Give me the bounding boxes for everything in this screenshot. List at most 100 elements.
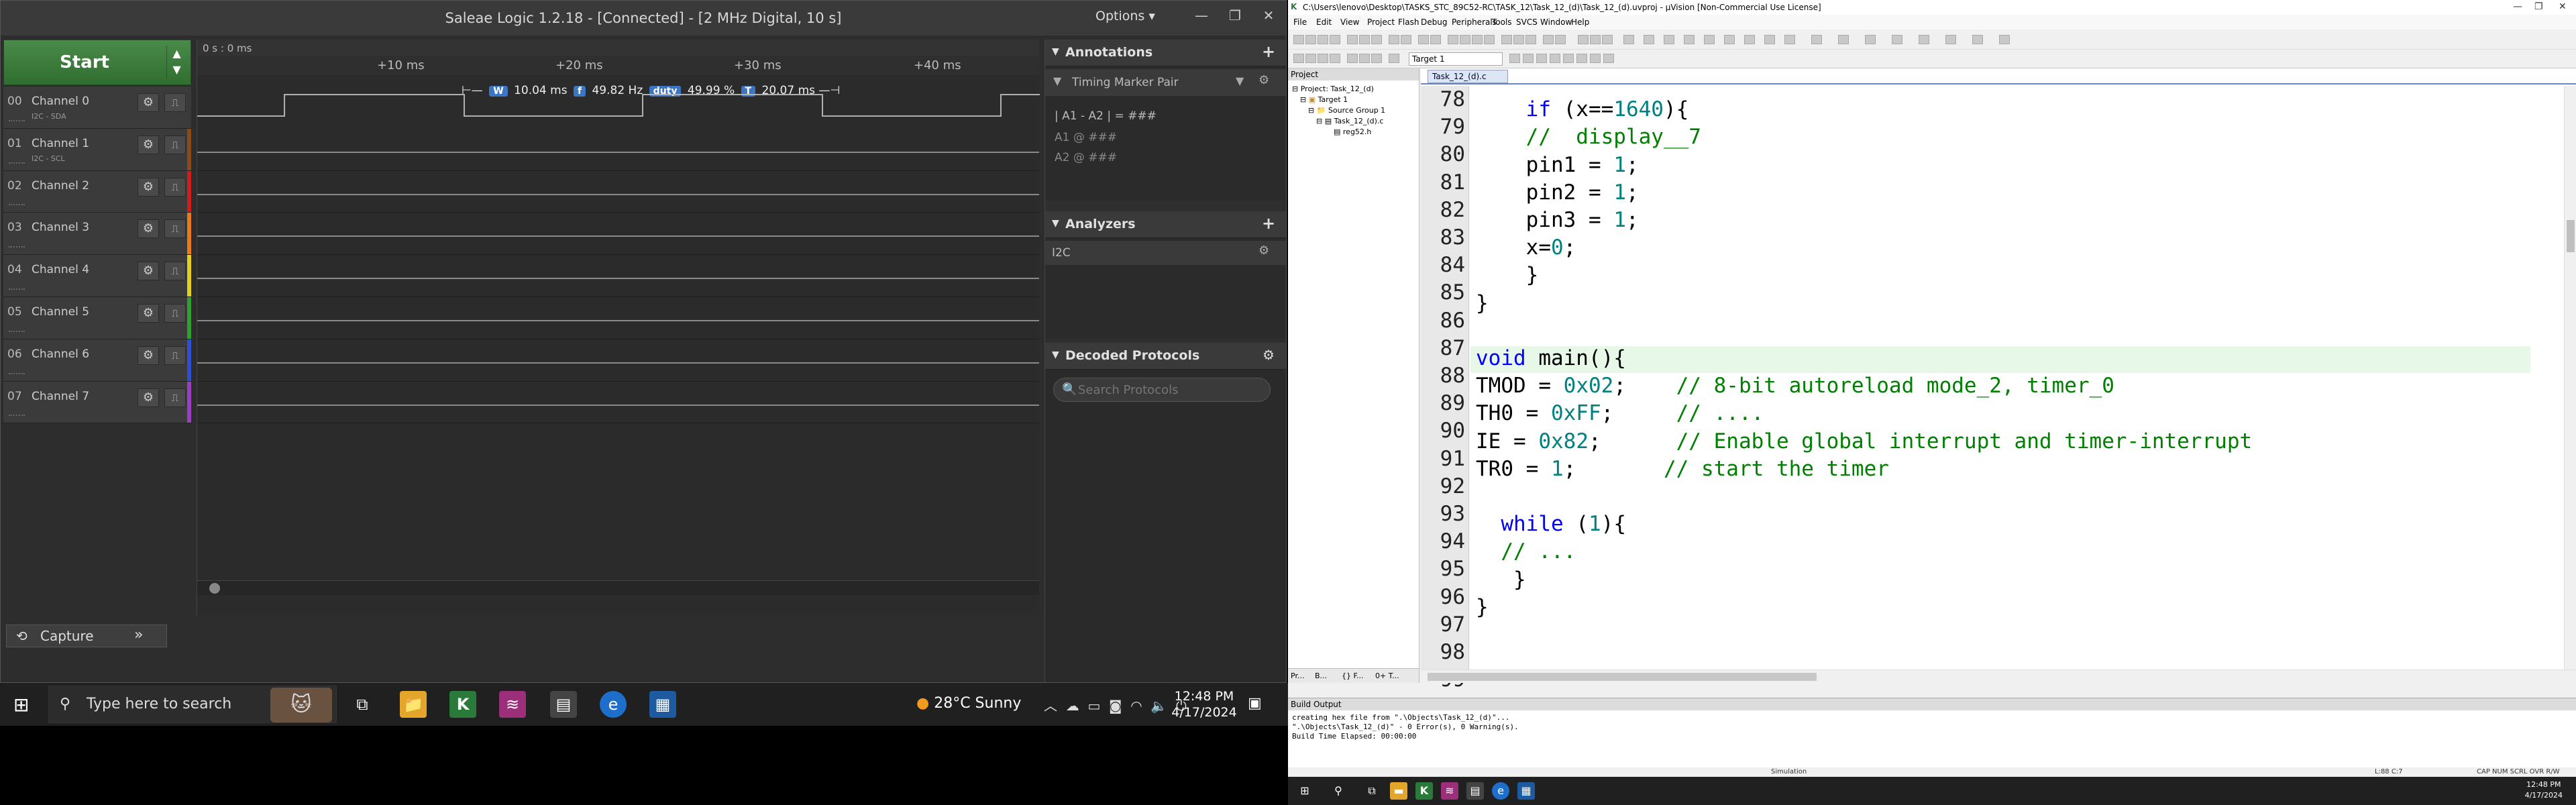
trigger-icon[interactable]: ⎍ bbox=[164, 219, 186, 239]
channel-name[interactable]: Channel 6 bbox=[32, 347, 89, 361]
toolbar-button-icon[interactable] bbox=[1484, 35, 1495, 44]
toolbar-button-icon[interactable] bbox=[1724, 35, 1735, 44]
battery-icon[interactable]: ▭ bbox=[1087, 698, 1100, 714]
code-line[interactable]: if (x==1640){ bbox=[1476, 97, 1689, 121]
timeline-scrollbar[interactable] bbox=[197, 580, 1039, 595]
channel-row[interactable]: 05 Channel 5 ⚙ ⎍ bbox=[3, 297, 191, 339]
wifi-icon[interactable]: ◠ bbox=[1130, 698, 1142, 714]
plus-icon[interactable]: + bbox=[1258, 42, 1279, 62]
toolbar-button-icon[interactable] bbox=[1578, 35, 1589, 44]
code-line[interactable]: while (1){ bbox=[1476, 512, 1626, 536]
channel-row[interactable]: 02 Channel 2 ⚙ ⎍ bbox=[3, 170, 191, 213]
file-explorer-icon[interactable]: 📁 bbox=[400, 691, 427, 718]
toolbar-button-icon[interactable] bbox=[1602, 35, 1613, 44]
gear-icon[interactable]: ⚙ bbox=[138, 93, 159, 112]
toolbar-button-icon[interactable] bbox=[1347, 35, 1358, 44]
search-protocols-input[interactable] bbox=[1078, 382, 1259, 398]
start-button[interactable]: Start ▲ ▼ bbox=[3, 40, 191, 85]
toolbar-button-icon[interactable] bbox=[1501, 35, 1512, 44]
target-select[interactable]: Target 1 bbox=[1409, 52, 1503, 66]
notification-icon[interactable]: ▣ bbox=[1248, 695, 1262, 712]
build-toolbar-button-icon[interactable] bbox=[1293, 54, 1304, 63]
camera-icon[interactable]: ◙ bbox=[1109, 698, 1122, 714]
toolbar-button-icon[interactable] bbox=[1543, 35, 1554, 44]
code-line[interactable]: } bbox=[1476, 595, 1489, 619]
build-toolbar-button-icon[interactable] bbox=[1590, 54, 1601, 63]
annotations-header[interactable]: ▼ Annotations + bbox=[1045, 40, 1286, 66]
close-icon[interactable]: ✕ bbox=[1252, 1, 1285, 30]
options-button[interactable]: Options ▾ bbox=[1095, 9, 1169, 28]
toolbar-button-icon[interactable] bbox=[1418, 35, 1429, 44]
channel-row[interactable]: 07 Channel 7 ⚙ ⎍ bbox=[3, 381, 191, 424]
toolbar-button-icon[interactable] bbox=[1430, 35, 1441, 44]
build-toolbar-button-icon[interactable] bbox=[1536, 54, 1547, 63]
trigger-icon[interactable]: ⎍ bbox=[164, 177, 186, 197]
chevron-up-icon[interactable]: ︿ bbox=[1044, 698, 1057, 714]
build-toolbar-button-icon[interactable] bbox=[1389, 54, 1399, 63]
code-line[interactable]: // display__7 bbox=[1476, 125, 1701, 149]
build-toolbar-button-icon[interactable] bbox=[1550, 54, 1560, 63]
start-options-arrow-icon[interactable]: ▲ ▼ bbox=[166, 46, 186, 79]
menu-item[interactable]: Project bbox=[1367, 17, 1395, 27]
toolbar-button-icon[interactable] bbox=[1513, 35, 1524, 44]
toolbar-button-icon[interactable] bbox=[1892, 35, 1902, 44]
timeline-view[interactable]: 0 s : 0 ms +10 ms +20 ms +30 ms +40 ms ⊢… bbox=[197, 40, 1040, 615]
minimize-icon[interactable]: — bbox=[2513, 1, 2522, 12]
drag-handle-icon[interactable] bbox=[9, 162, 25, 166]
menu-item[interactable]: Tools bbox=[1492, 17, 1512, 27]
search-protocols-box[interactable]: 🔍 bbox=[1053, 378, 1271, 402]
menu-item[interactable]: SVCS bbox=[1516, 17, 1538, 27]
project-pane-tab[interactable]: B... bbox=[1315, 672, 1327, 680]
build-toolbar-button-icon[interactable] bbox=[1371, 54, 1382, 63]
build-toolbar-button-icon[interactable] bbox=[1603, 54, 1614, 63]
trigger-icon[interactable]: ⎍ bbox=[164, 262, 186, 281]
code-line[interactable]: x=0; bbox=[1476, 235, 1576, 260]
menu-item[interactable]: Peripherals bbox=[1452, 17, 1497, 27]
menu-item[interactable]: Debug bbox=[1421, 17, 1447, 27]
trigger-icon[interactable]: ⎍ bbox=[164, 93, 186, 112]
toolbar-button-icon[interactable] bbox=[1764, 35, 1775, 44]
windows-icon[interactable]: ⊞ bbox=[13, 694, 29, 716]
drag-handle-icon[interactable] bbox=[9, 372, 25, 377]
toolbar-button-icon[interactable] bbox=[1644, 35, 1654, 44]
code-line[interactable]: void main(){ bbox=[1476, 346, 1626, 370]
menu-item[interactable]: Window bbox=[1540, 17, 1572, 27]
tree-file[interactable]: ⊟ ▤ Task_12_(d).c bbox=[1316, 117, 1383, 125]
gear-icon[interactable]: ⚙ bbox=[1258, 345, 1279, 366]
code-line[interactable]: TMOD = 0x02; // 8-bit autoreload mode_2,… bbox=[1476, 374, 2114, 398]
restore-icon[interactable]: ❐ bbox=[1219, 1, 1251, 30]
trigger-icon[interactable]: ⎍ bbox=[164, 303, 186, 323]
toolbar-button-icon[interactable] bbox=[1359, 35, 1370, 44]
tree-group[interactable]: ⊟ 📁 Source Group 1 bbox=[1308, 106, 1385, 115]
drag-handle-icon[interactable] bbox=[9, 119, 25, 124]
drag-handle-icon[interactable] bbox=[9, 246, 25, 250]
gear-icon[interactable]: ⚙ bbox=[138, 345, 159, 365]
toolbar-button-icon[interactable] bbox=[1330, 35, 1340, 44]
trigger-icon[interactable]: ⎍ bbox=[164, 388, 186, 407]
menu-item[interactable]: View bbox=[1340, 17, 1359, 27]
keil-icon[interactable]: K bbox=[449, 691, 476, 718]
menu-item[interactable]: Help bbox=[1571, 17, 1589, 27]
project-pane-tab[interactable]: {} F... bbox=[1342, 672, 1364, 680]
windows-icon[interactable]: ⊞ bbox=[1296, 782, 1313, 800]
code-line[interactable]: } bbox=[1476, 568, 1526, 592]
vertical-scrollbar[interactable] bbox=[2564, 86, 2576, 669]
app-icon[interactable]: ▤ bbox=[550, 691, 577, 718]
weather-widget[interactable]: ● 28°C Sunny bbox=[916, 695, 1021, 712]
saleae-logic-icon[interactable]: ≋ bbox=[499, 691, 526, 718]
menu-item[interactable]: File bbox=[1293, 17, 1307, 27]
tree-header-file[interactable]: ▤ reg52.h bbox=[1334, 127, 1371, 136]
toolbar-button-icon[interactable] bbox=[1525, 35, 1536, 44]
code-line[interactable]: TR0 = 1; // start the timer bbox=[1476, 457, 1889, 481]
toolbar-button-icon[interactable] bbox=[1744, 35, 1755, 44]
build-toolbar-button-icon[interactable] bbox=[1563, 54, 1574, 63]
scroll-thumb[interactable] bbox=[2567, 220, 2575, 252]
toolbar-button-icon[interactable] bbox=[1784, 35, 1795, 44]
build-toolbar-button-icon[interactable] bbox=[1330, 54, 1340, 63]
channel-row[interactable]: 00 Channel 0 I2C - SDA ⚙ ⎍ bbox=[3, 87, 191, 129]
toolbar-button-icon[interactable] bbox=[1838, 35, 1849, 44]
code-line[interactable]: pin3 = 1; bbox=[1476, 208, 1639, 232]
gear-icon[interactable]: ⚙ bbox=[138, 219, 159, 239]
tree-target[interactable]: ⊟ ▣ Target 1 bbox=[1300, 95, 1348, 104]
task-view-icon[interactable]: ⧉ bbox=[349, 691, 376, 718]
